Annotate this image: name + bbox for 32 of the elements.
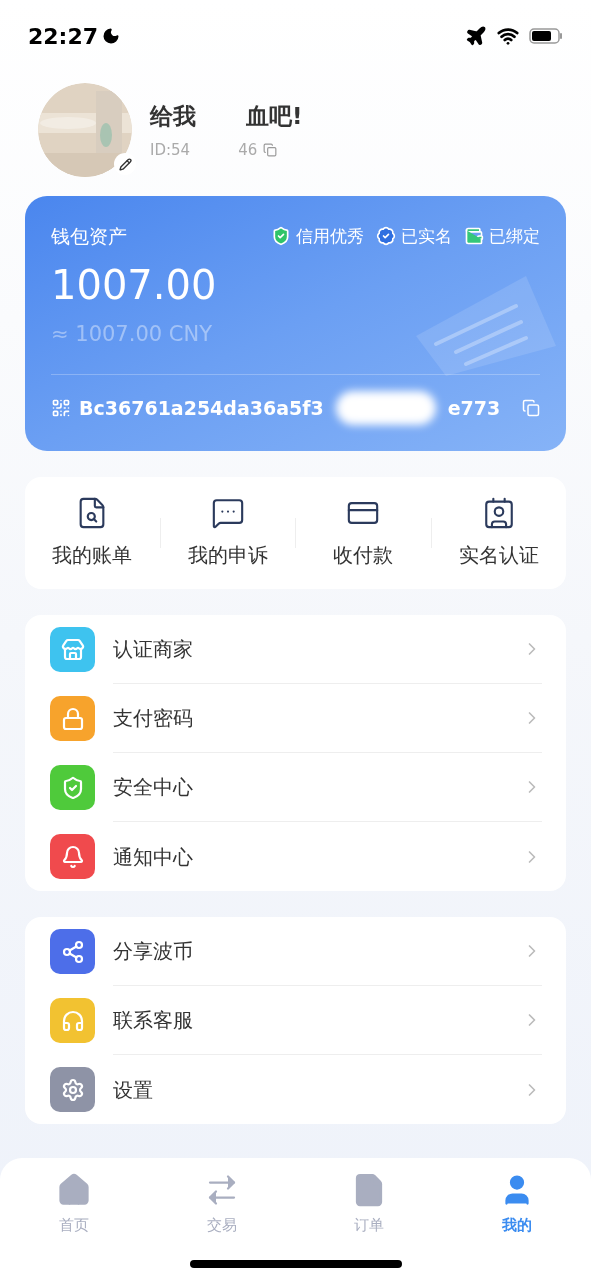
quick-action[interactable]: 收付款 bbox=[296, 496, 431, 570]
pencil-icon bbox=[118, 157, 132, 171]
moon-icon bbox=[102, 27, 121, 45]
menu-item[interactable]: 通知中心 bbox=[25, 822, 566, 891]
converted-amount: ≈ 1007.00 CNY bbox=[51, 320, 213, 348]
wallet-balance: 1007.00 bbox=[51, 260, 218, 309]
status-badge-label: 信用优秀 bbox=[296, 224, 364, 248]
wallet-address: Bc36761a254da36a5f3 bbox=[79, 395, 324, 421]
wifi-icon bbox=[497, 25, 519, 47]
menu-item[interactable]: 设置 bbox=[25, 1055, 566, 1124]
wallet-title: 钱包资产 bbox=[51, 224, 127, 249]
copy-icon[interactable] bbox=[522, 399, 540, 417]
user-id: 46 bbox=[238, 140, 258, 161]
quick-action[interactable]: 我的申诉 bbox=[160, 496, 295, 570]
airplane-icon bbox=[465, 25, 487, 47]
quick-action[interactable]: 实名认证 bbox=[431, 496, 566, 570]
battery-icon bbox=[529, 28, 563, 44]
wallet-address: e773 bbox=[447, 395, 501, 421]
menu-item[interactable]: 认证商家 bbox=[25, 615, 566, 684]
menu-item[interactable]: 分享波币 bbox=[25, 917, 566, 986]
quick-action[interactable]: 我的账单 bbox=[25, 496, 160, 570]
menu-item[interactable]: 联系客服 bbox=[25, 986, 566, 1055]
status-time: 22:27 bbox=[28, 22, 99, 51]
copy-icon[interactable] bbox=[263, 143, 278, 158]
user-name: 血吧! bbox=[246, 101, 303, 131]
user-id: ID:54 bbox=[150, 140, 191, 161]
menu-item[interactable]: 支付密码 bbox=[25, 684, 566, 753]
status-badge-label: 已绑定 bbox=[489, 224, 540, 248]
user-name: 给我 bbox=[150, 101, 196, 131]
menu-item[interactable]: 安全中心 bbox=[25, 753, 566, 822]
status-badge-label: 已实名 bbox=[401, 224, 452, 248]
qr-code-icon bbox=[51, 398, 71, 418]
